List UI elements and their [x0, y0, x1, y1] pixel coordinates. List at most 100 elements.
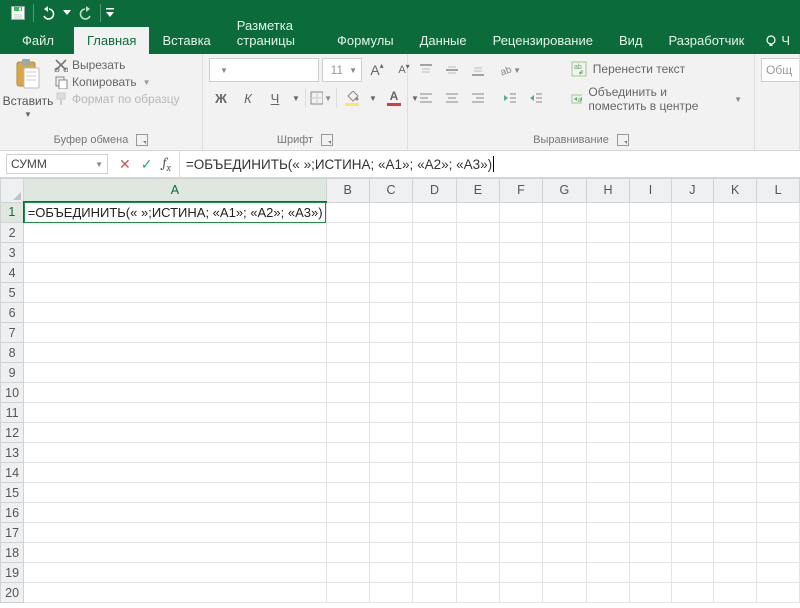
cell[interactable] — [757, 323, 800, 343]
cell[interactable] — [24, 423, 326, 443]
cell[interactable] — [542, 243, 586, 263]
tab-data[interactable]: Данные — [407, 27, 480, 54]
cell[interactable] — [757, 583, 800, 603]
cancel-formula-button[interactable]: ✕ — [119, 156, 131, 173]
font-name-combo[interactable]: ▼ — [209, 58, 319, 82]
cell[interactable] — [24, 583, 326, 603]
cell[interactable] — [671, 423, 713, 443]
cell[interactable] — [586, 202, 630, 223]
cell[interactable] — [671, 343, 713, 363]
cell[interactable] — [456, 523, 499, 543]
cell[interactable] — [630, 303, 671, 323]
tab-pagelayout[interactable]: Разметка страницы — [224, 12, 324, 54]
cell[interactable] — [499, 383, 542, 403]
cell[interactable] — [413, 303, 457, 323]
cell[interactable] — [24, 263, 326, 283]
cell[interactable] — [326, 503, 369, 523]
cell[interactable] — [630, 323, 671, 343]
font-size-combo[interactable]: 11 ▼ — [322, 58, 362, 82]
cell[interactable] — [499, 263, 542, 283]
insert-function-button[interactable]: fx — [162, 154, 170, 174]
cell[interactable] — [630, 523, 671, 543]
cell[interactable] — [757, 202, 800, 223]
cell[interactable] — [369, 343, 413, 363]
row-header[interactable]: 14 — [1, 463, 24, 483]
cell[interactable] — [542, 583, 586, 603]
cell[interactable] — [326, 423, 369, 443]
cell[interactable] — [586, 543, 630, 563]
cell[interactable] — [326, 403, 369, 423]
bold-button[interactable]: Ж — [209, 86, 233, 110]
cell[interactable] — [757, 383, 800, 403]
worksheet-grid[interactable]: ABCDEFGHIJKL1=ОБЪЕДИНИТЬ(« »;ИСТИНА; «А1… — [0, 178, 800, 608]
undo-button[interactable] — [37, 2, 61, 24]
cell[interactable] — [714, 483, 757, 503]
cell[interactable] — [714, 403, 757, 423]
row-header[interactable]: 18 — [1, 543, 24, 563]
cell[interactable] — [413, 443, 457, 463]
row-header[interactable]: 13 — [1, 443, 24, 463]
cell[interactable] — [369, 543, 413, 563]
cell[interactable] — [499, 223, 542, 243]
customize-qat-button[interactable] — [104, 2, 116, 24]
cell[interactable] — [499, 483, 542, 503]
tab-file[interactable]: Файл — [2, 27, 74, 54]
dialog-launcher-clipboard[interactable] — [136, 134, 148, 146]
dialog-launcher-font[interactable] — [321, 134, 333, 146]
undo-dropdown[interactable] — [61, 2, 73, 24]
cell[interactable] — [757, 563, 800, 583]
cell[interactable] — [369, 263, 413, 283]
cell[interactable] — [671, 223, 713, 243]
cell[interactable] — [630, 383, 671, 403]
cell[interactable] — [630, 202, 671, 223]
cell[interactable] — [456, 283, 499, 303]
cell[interactable] — [757, 243, 800, 263]
cell[interactable] — [369, 243, 413, 263]
cell[interactable] — [413, 263, 457, 283]
cell[interactable] — [586, 223, 630, 243]
cell[interactable] — [456, 303, 499, 323]
row-header[interactable]: 1 — [1, 202, 24, 223]
cell[interactable] — [757, 363, 800, 383]
paste-button[interactable]: Вставить ▼ — [6, 58, 50, 119]
cell[interactable] — [671, 523, 713, 543]
name-box[interactable]: СУММ ▼ — [6, 154, 108, 174]
cell[interactable] — [24, 483, 326, 503]
fill-color-dropdown[interactable]: ▼ — [367, 86, 379, 110]
cell[interactable] — [671, 543, 713, 563]
cell[interactable] — [542, 363, 586, 383]
cell[interactable] — [456, 363, 499, 383]
cell[interactable] — [630, 263, 671, 283]
cell[interactable] — [369, 563, 413, 583]
cell[interactable] — [714, 223, 757, 243]
cell[interactable] — [326, 463, 369, 483]
cell[interactable] — [499, 403, 542, 423]
cell[interactable] — [586, 483, 630, 503]
cell[interactable] — [714, 343, 757, 363]
cell[interactable] — [326, 223, 369, 243]
cell[interactable] — [630, 363, 671, 383]
cell[interactable] — [757, 223, 800, 243]
cell[interactable] — [499, 543, 542, 563]
cell[interactable] — [586, 303, 630, 323]
cell[interactable] — [630, 443, 671, 463]
cell[interactable] — [586, 323, 630, 343]
cell[interactable] — [413, 383, 457, 403]
dialog-launcher-alignment[interactable] — [617, 134, 629, 146]
select-all-corner[interactable] — [1, 179, 24, 203]
align-middle-button[interactable] — [440, 58, 464, 82]
cell[interactable] — [586, 283, 630, 303]
underline-button[interactable]: Ч — [263, 86, 287, 110]
align-center-button[interactable] — [440, 86, 464, 110]
cell[interactable] — [326, 202, 369, 223]
cell[interactable] — [369, 583, 413, 603]
cell[interactable] — [714, 583, 757, 603]
cell[interactable] — [24, 503, 326, 523]
cell[interactable] — [369, 423, 413, 443]
cell[interactable] — [326, 243, 369, 263]
cell[interactable] — [671, 563, 713, 583]
cell[interactable] — [714, 543, 757, 563]
cell[interactable] — [499, 363, 542, 383]
cell[interactable] — [499, 343, 542, 363]
cell[interactable] — [586, 263, 630, 283]
